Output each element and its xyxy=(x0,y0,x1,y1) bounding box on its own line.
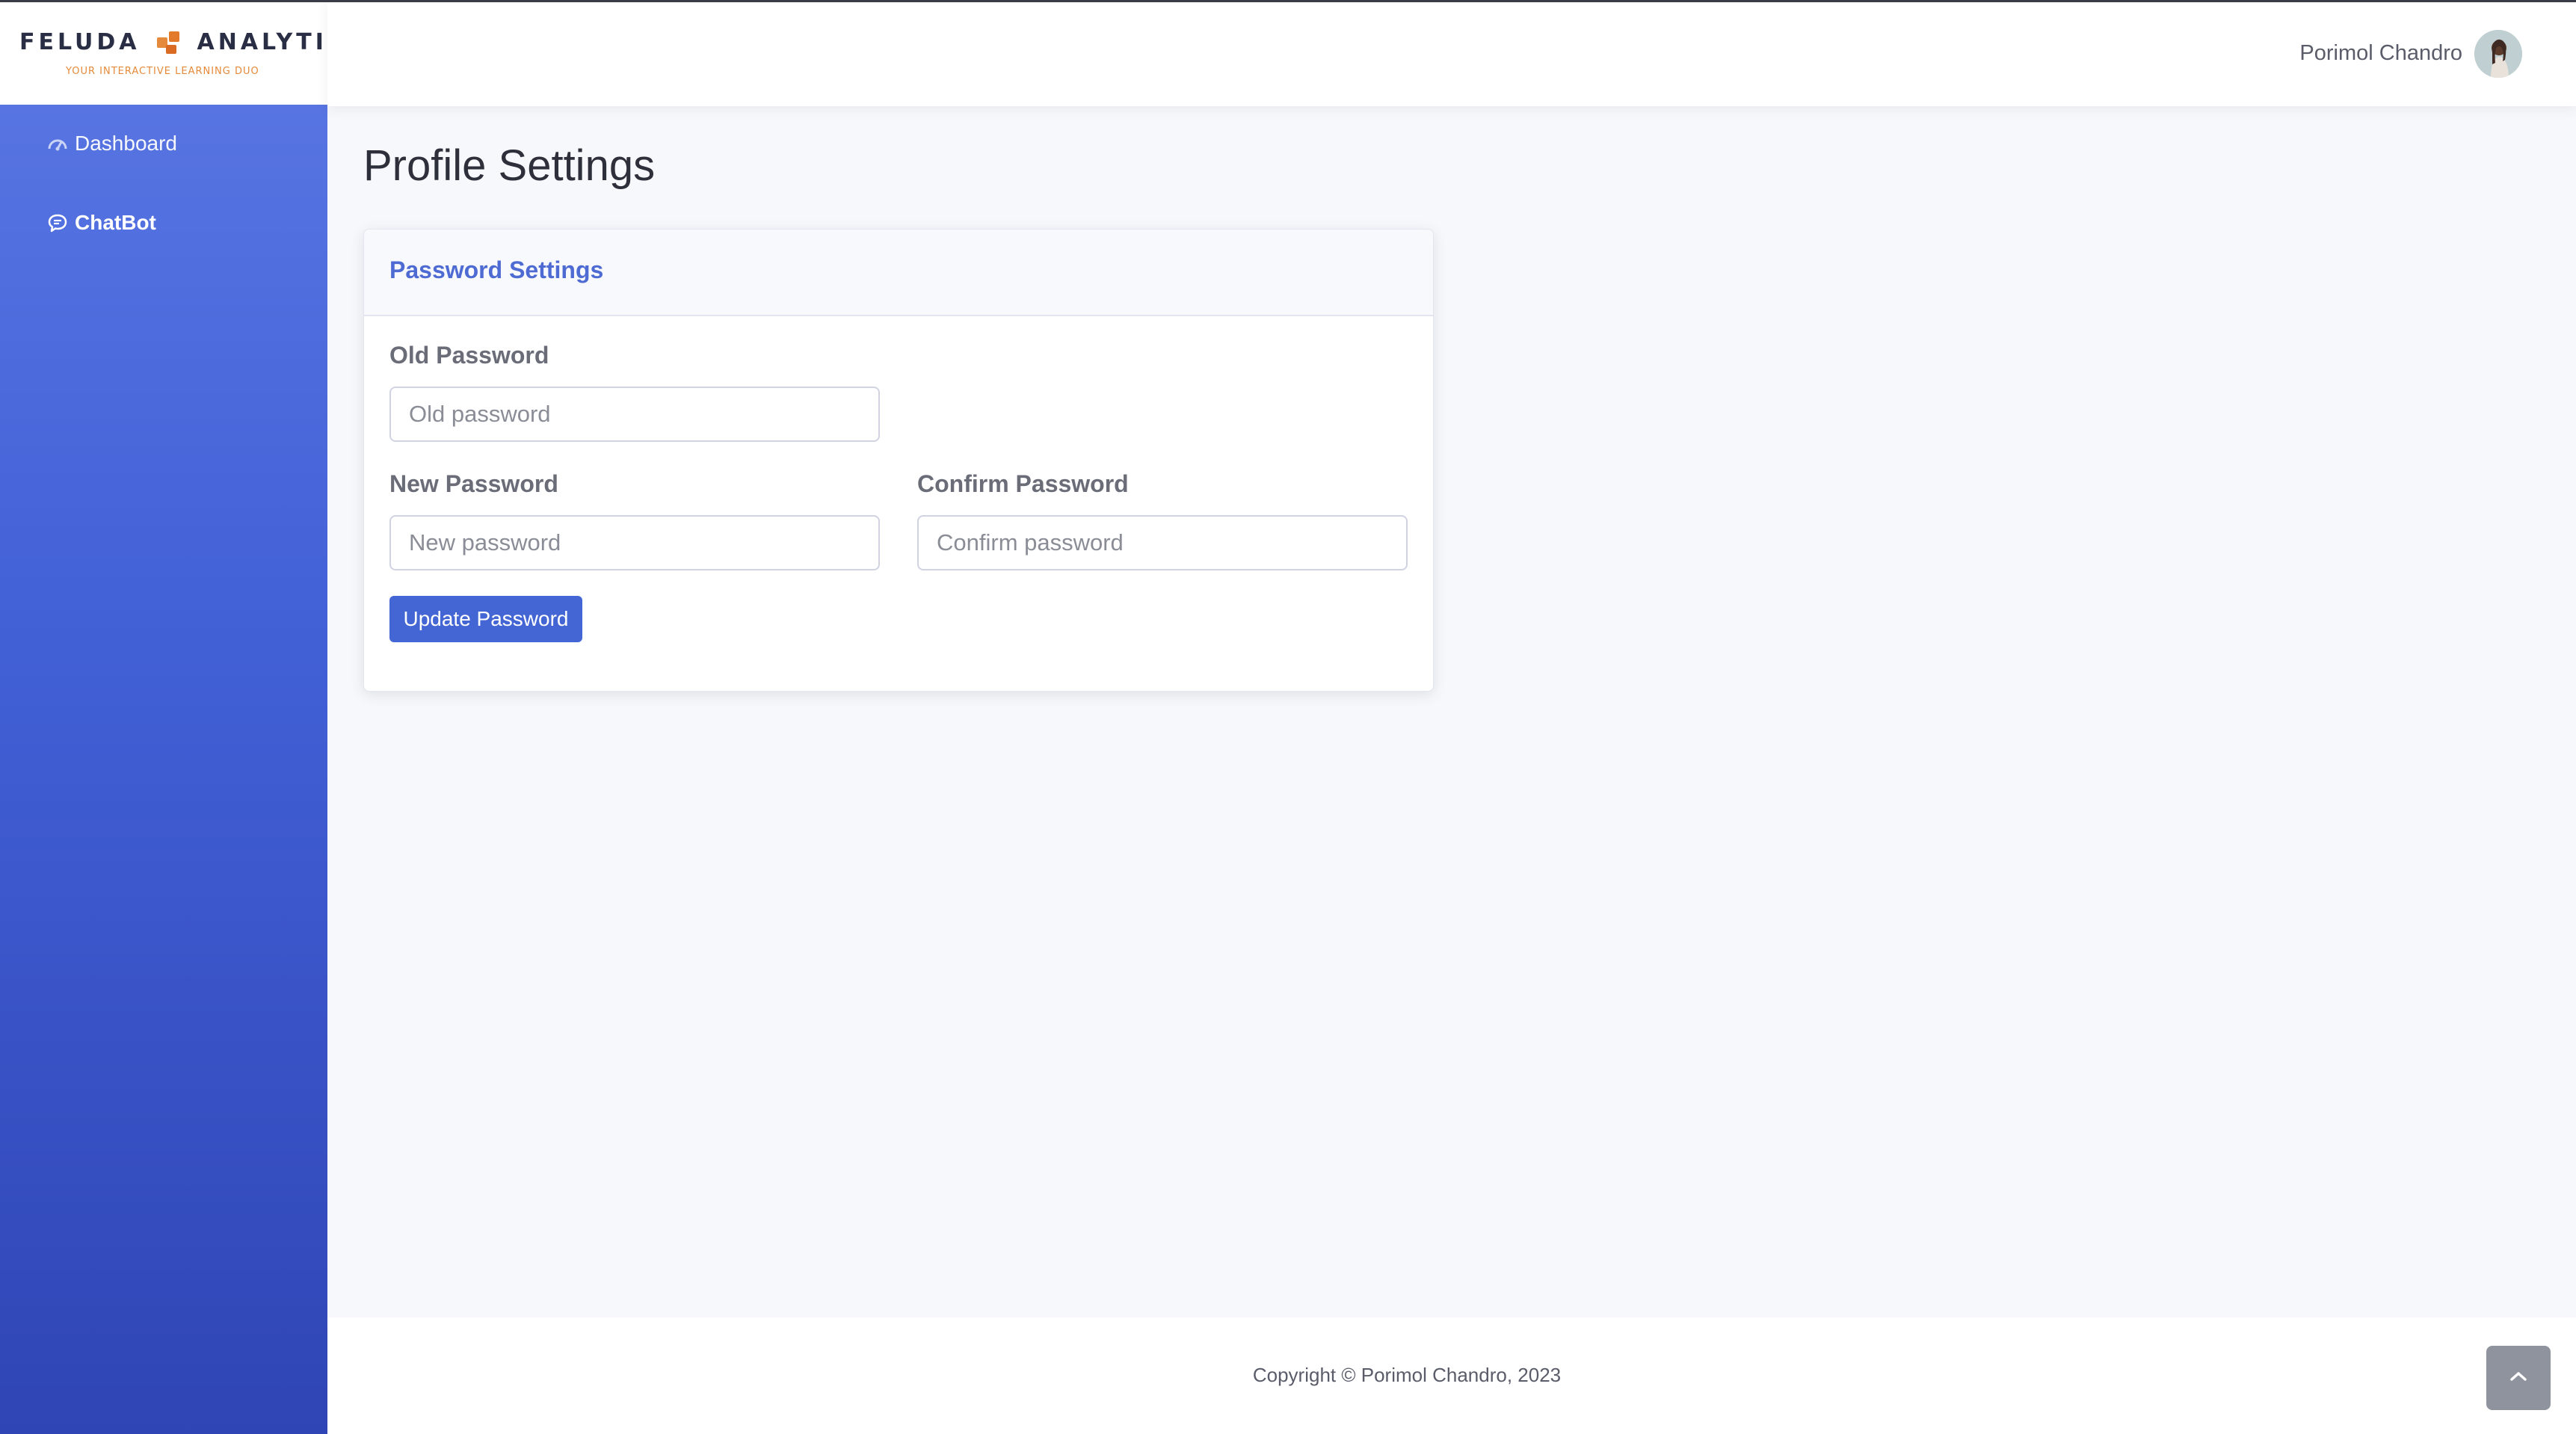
avatar[interactable] xyxy=(2474,30,2522,78)
dashboard-gauge-icon xyxy=(46,132,69,155)
old-password-field[interactable] xyxy=(389,387,880,442)
footer: Copyright © Porimol Chandro, 2023 xyxy=(327,1317,2576,1434)
card-header: Password Settings xyxy=(364,230,1433,316)
scroll-to-top-button[interactable] xyxy=(2486,1346,2551,1410)
brand-word-left: FELUDA xyxy=(19,28,141,55)
new-password-label: New Password xyxy=(389,470,558,497)
user-name[interactable]: Porimol Chandro xyxy=(2299,41,2462,66)
window-top-border xyxy=(0,0,2576,2)
page-title: Profile Settings xyxy=(363,141,656,190)
brand-mark-icon xyxy=(154,27,184,57)
card-title: Password Settings xyxy=(389,256,604,283)
update-password-button[interactable]: Update Password xyxy=(389,596,582,642)
confirm-password-field[interactable] xyxy=(917,515,1408,570)
sidebar-item-label: ChatBot xyxy=(75,211,156,234)
chevron-up-icon xyxy=(2509,1370,2528,1387)
brand-logo[interactable]: FELUDA ANALYTICA YOUR INTERACTIVE LEARNI… xyxy=(0,0,365,105)
app-root: FELUDA ANALYTICA YOUR INTERACTIVE LEARNI… xyxy=(0,0,2576,1434)
sidebar-item-label: Dashboard xyxy=(75,132,177,155)
confirm-password-label: Confirm Password xyxy=(917,470,1129,497)
sidebar-item-dashboard[interactable]: Dashboard xyxy=(46,132,177,156)
sidebar-item-chatbot[interactable]: ChatBot xyxy=(46,211,156,235)
password-settings-card: Password Settings Old Password New Passw… xyxy=(363,229,1434,692)
top-header: Porimol Chandro xyxy=(327,0,2576,106)
copyright-text: Copyright © Porimol Chandro, 2023 xyxy=(1252,1364,1562,1386)
brand-row: FELUDA ANALYTICA xyxy=(19,27,369,57)
chat-bubble-icon xyxy=(46,212,69,234)
old-password-label: Old Password xyxy=(389,342,549,369)
new-password-field[interactable] xyxy=(389,515,880,570)
sidebar: FELUDA ANALYTICA YOUR INTERACTIVE LEARNI… xyxy=(0,0,365,1434)
brand-tagline: YOUR INTERACTIVE LEARNING DUO xyxy=(66,66,259,77)
